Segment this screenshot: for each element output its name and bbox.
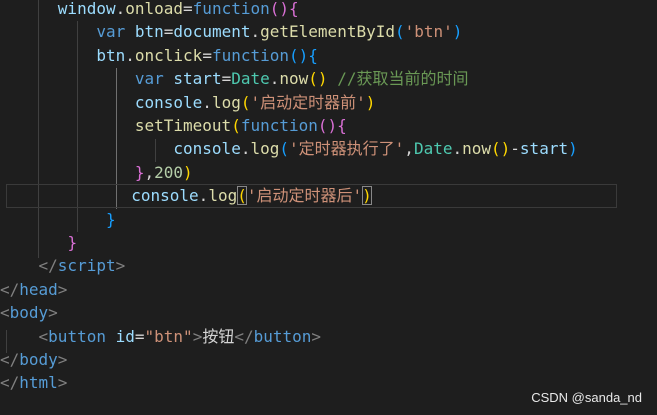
string-literal: '启动定时器后' (246, 186, 363, 206)
script-tag: script (57, 256, 116, 276)
start-variable: start (173, 69, 222, 89)
console-token: console (173, 139, 241, 159)
code-line-9-active[interactable]: console.log('启动定时器后') (6, 184, 617, 208)
code-line-2[interactable]: var btn=document.getElementById('btn') (0, 20, 657, 43)
code-line-6[interactable]: setTimeout(function(){ (0, 114, 657, 137)
button-tag: button (253, 326, 312, 346)
number-literal: 200 (154, 162, 184, 182)
code-line-5[interactable]: console.log('启动定时器前') (0, 91, 657, 114)
code-line-16[interactable]: </body> (0, 348, 657, 371)
string-literal: 'btn' (404, 22, 453, 42)
csdn-watermark: CSDN @sanda_nd (531, 390, 642, 405)
string-literal: '定时器执行了' (289, 139, 405, 159)
console-token: console (131, 186, 199, 206)
matched-bracket: ( (237, 186, 247, 206)
date-class: Date (231, 69, 270, 89)
function-keyword: function (240, 116, 318, 135)
code-line-7[interactable]: console.log('定时器执行了',Date.now()-start) (0, 137, 657, 160)
onclick-token: onclick (134, 45, 203, 65)
code-line-13[interactable]: </head> (0, 278, 657, 301)
code-comment: //获取当前的时间 (337, 69, 469, 89)
code-line-12[interactable]: </script> (0, 254, 657, 277)
string-literal: '启动定时器前' (250, 92, 366, 112)
code-line-4[interactable]: var start=Date.now() //获取当前的时间 (0, 67, 657, 90)
settimeout-token: setTimeout (134, 116, 232, 135)
code-editor[interactable]: window.onload=function(){ var btn=docume… (0, 0, 657, 415)
start-variable: start (519, 139, 569, 159)
date-class: Date (413, 139, 453, 159)
window-token: window (57, 0, 116, 18)
button-text: 按钮 (202, 326, 235, 346)
onload-token: onload (125, 0, 184, 18)
code-line-3[interactable]: btn.onclick=function(){ (0, 44, 657, 67)
log-token: log (211, 92, 241, 112)
getelementbyid-token: getElementById (260, 22, 395, 42)
var-keyword: var (96, 22, 126, 42)
code-line-8[interactable]: },200) (0, 161, 657, 184)
button-tag: button (48, 326, 106, 346)
btn-variable: btn (134, 22, 164, 42)
var-keyword: var (134, 69, 164, 89)
function-keyword: function (211, 45, 290, 65)
code-line-11[interactable]: } (0, 231, 657, 254)
document-token: document (173, 22, 251, 42)
function-keyword: function (192, 0, 270, 18)
log-token: log (208, 186, 238, 206)
matched-bracket: ) (362, 186, 372, 206)
body-tag: body (9, 303, 49, 323)
now-token: now (462, 139, 492, 159)
code-line-14[interactable]: <body> (0, 301, 657, 324)
body-tag: body (19, 350, 58, 369)
code-line-1[interactable]: window.onload=function(){ (0, 0, 657, 20)
now-token: now (279, 69, 309, 89)
attribute-value: "btn" (144, 326, 193, 346)
btn-token: btn (96, 45, 126, 65)
console-token: console (134, 92, 203, 112)
id-attribute: id (115, 326, 135, 346)
log-token: log (250, 139, 280, 159)
head-tag: head (19, 279, 58, 299)
code-line-10[interactable]: } (0, 208, 657, 231)
code-line-15[interactable]: <button id="btn">按钮</button> (0, 325, 657, 348)
html-tag: html (19, 373, 58, 393)
